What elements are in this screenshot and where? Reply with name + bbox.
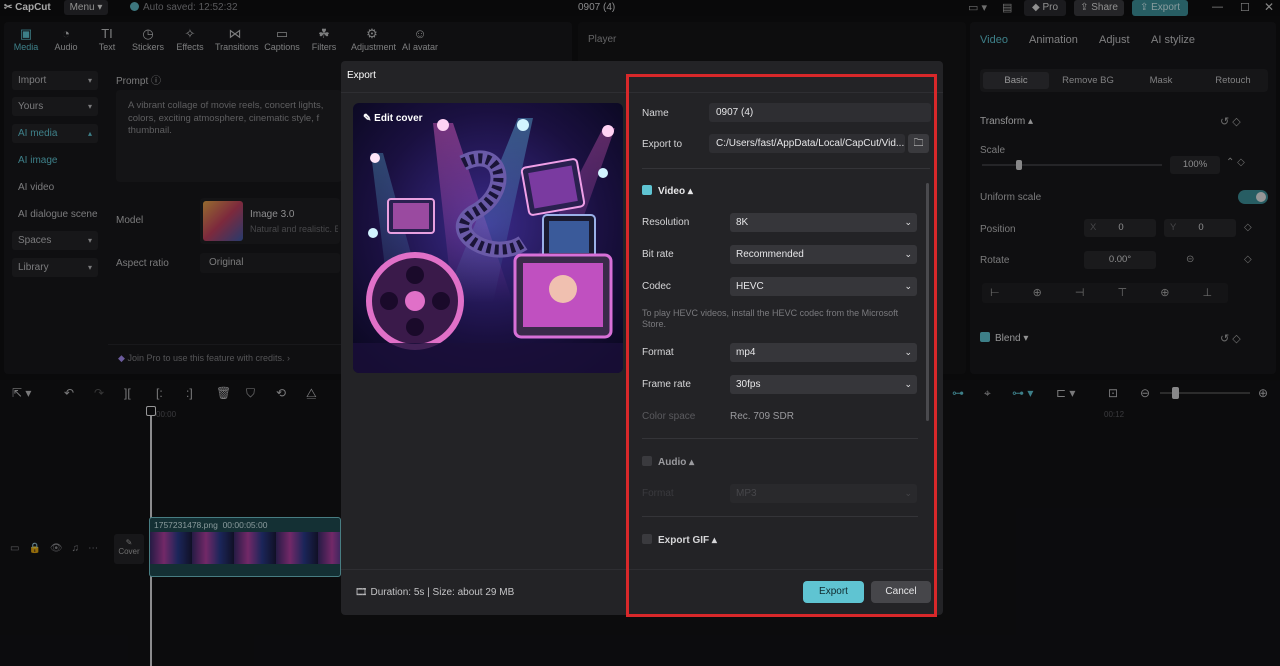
pencil-icon: ✎: [363, 113, 372, 124]
edit-cover-button[interactable]: ✎ Edit cover: [363, 113, 423, 124]
cover-image[interactable]: ✎ Edit cover: [353, 103, 623, 373]
export-dialog-title: Export: [347, 70, 376, 81]
highlight-box: [626, 74, 937, 617]
duration-size: 🎞 Duration: 5s | Size: about 29 MB: [355, 587, 515, 598]
film-icon: 🎞: [355, 587, 368, 598]
cover-artwork: [353, 103, 623, 373]
